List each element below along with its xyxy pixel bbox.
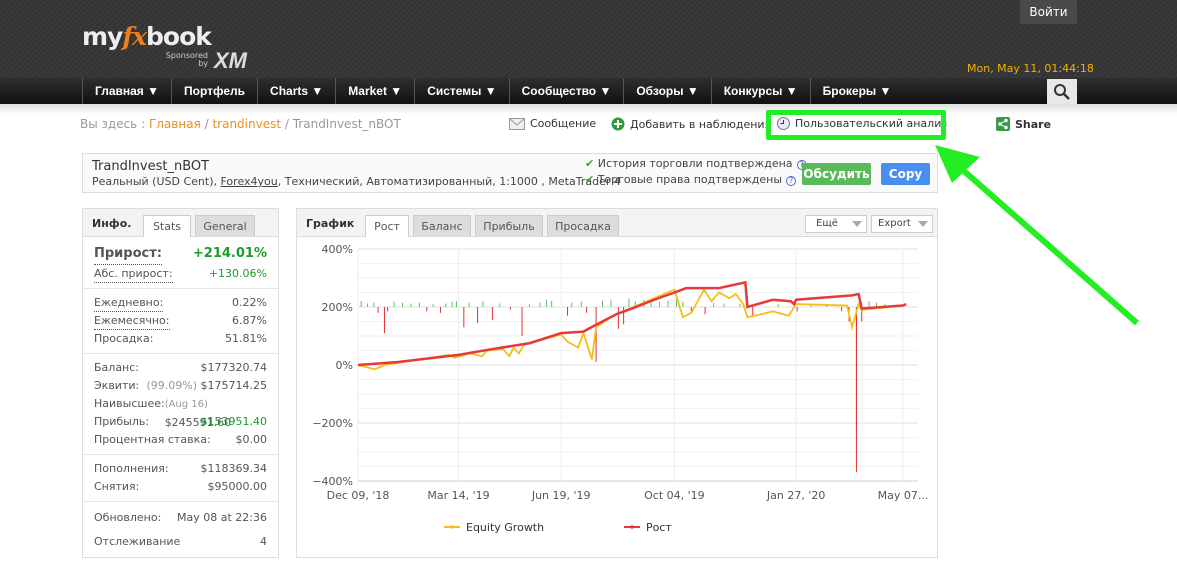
search-button[interactable] [1047, 79, 1077, 104]
add-to-watchlist-link[interactable]: Добавить в наблюдения [611, 117, 771, 131]
stat-value: 6.87% [232, 314, 267, 327]
search-icon [1054, 83, 1070, 100]
legend-marker [630, 525, 634, 529]
tab-growth[interactable]: Рост [365, 215, 409, 237]
breadcrumb: Вы здесь : Главная / trandinvest / Trand… [80, 117, 401, 131]
nav-item[interactable]: Брокеры ▼ [809, 78, 904, 104]
chart-panel: График Рост Баланс Прибыль Просадка Ещё … [296, 208, 938, 558]
nav-item[interactable]: Обзоры ▼ [623, 78, 710, 104]
stat-value: 51.81% [225, 332, 267, 345]
breadcrumb-current: TrandInvest_nBOT [292, 117, 401, 131]
info-panel: Инфо. Stats General Прирост: +214.01% Абс… [82, 208, 279, 558]
profit-value: $153951.40 [200, 415, 267, 428]
legend-label: Equity Growth [466, 521, 544, 534]
verified-history: ✔ История торговли подтверждена? [585, 157, 807, 170]
tab-profit[interactable]: Прибыль [475, 215, 543, 237]
site-header: myfxbook Sponsored by XM Войти Mon, May … [0, 0, 1177, 78]
datetime: Mon, May 11, 01:44:18 [967, 62, 1094, 75]
nav-item[interactable]: Market ▼ [335, 78, 414, 104]
system-name: TrandInvest_nBOT [92, 159, 210, 174]
x-tick-label: Oct 04, '19 [644, 489, 705, 502]
share-link[interactable]: Share [996, 117, 1051, 131]
growth-chart: 400% 200% 0% −200% −400%Dec 09, '18 Mar 14, '… [312, 243, 929, 534]
updated-value: May 08 at 22:36 [177, 511, 267, 524]
myfxbook-logo[interactable]: myfxbook [82, 22, 212, 51]
withdrawals-value: $95000.00 [207, 480, 268, 493]
system-header: TrandInvest_nBOT Реальный (USD Cent), Fo… [82, 153, 938, 193]
abs-gain-label[interactable]: Абс. прирост: [94, 265, 173, 283]
tab-general[interactable]: General [195, 215, 255, 237]
discuss-button[interactable]: Обсудить [802, 163, 871, 185]
stat-label[interactable]: Ежедневно: [94, 294, 164, 312]
x-tick-label: May 07... [878, 489, 929, 502]
stat-value: 0.22% [232, 296, 267, 309]
nav-item[interactable]: Системы ▼ [414, 78, 508, 104]
tab-drawdown[interactable]: Просадка [547, 215, 619, 237]
plus-circle-icon [611, 117, 625, 131]
message-link[interactable]: Сообщение [509, 117, 596, 130]
xm-logo[interactable]: XM [214, 48, 247, 74]
annotation-arrow [935, 145, 1139, 326]
tab-balance[interactable]: Баланс [413, 215, 471, 237]
gain-value: +214.01% [192, 246, 267, 261]
more-dropdown[interactable]: Ещё [805, 215, 867, 233]
nav-item[interactable]: Портфель [171, 78, 257, 104]
sponsor-text: Sponsored by [165, 51, 208, 68]
system-description: Реальный (USD Cent), Forex4you, Техничес… [92, 175, 621, 188]
series-line [357, 280, 907, 367]
check-icon: ✔ [585, 173, 595, 186]
x-tick-label: Jan 27, '20 [766, 489, 825, 502]
verified-rights: ✔ Торговые права подтверждены? [585, 173, 797, 186]
export-dropdown[interactable]: Export [871, 215, 933, 233]
equity-value: $175714.25 [200, 379, 267, 392]
chart-title: График [306, 217, 355, 230]
legend-marker [450, 525, 454, 529]
gain-label[interactable]: Прирост: [94, 245, 162, 265]
breadcrumb-user[interactable]: trandinvest [212, 117, 281, 131]
y-tick-label: −200% [312, 417, 353, 430]
check-icon: ✔ [585, 157, 595, 170]
highlight-box [766, 110, 946, 140]
y-tick-label: 200% [322, 301, 353, 314]
tab-stats[interactable]: Stats [143, 215, 191, 237]
help-icon[interactable]: ? [786, 176, 797, 186]
deposits-value: $118369.34 [200, 462, 267, 475]
interest-value: $0.00 [235, 433, 268, 446]
nav-item[interactable]: Главная ▼ [82, 78, 171, 104]
legend-label: Рост [646, 521, 672, 534]
stat-label: Просадка: [94, 332, 154, 345]
login-button[interactable]: Войти [1020, 0, 1077, 24]
x-tick-label: Dec 09, '18 [327, 489, 390, 502]
nav-item[interactable]: Конкурсы ▼ [710, 78, 810, 104]
x-tick-label: Mar 14, '19 [427, 489, 489, 502]
share-icon [996, 117, 1010, 131]
main-nav: Главная ▼ Портфель Charts ▼ Market ▼ Системы… [0, 78, 1177, 104]
y-tick-label: 0% [336, 359, 353, 372]
y-tick-label: 400% [322, 243, 353, 256]
nav-item[interactable]: Сообщество ▼ [508, 78, 624, 104]
y-tick-label: −400% [312, 475, 353, 488]
broker-link[interactable]: Forex4you [221, 175, 278, 188]
tracking-value: 4 [260, 535, 267, 548]
x-tick-label: Jun 19, '19 [531, 489, 591, 502]
breadcrumb-home[interactable]: Главная [149, 117, 201, 131]
balance-value: $177320.74 [200, 361, 267, 374]
abs-gain-value: +130.06% [208, 267, 267, 280]
stat-label[interactable]: Ежемесячно: [94, 312, 170, 330]
info-title: Инфо. [92, 217, 132, 230]
copy-button[interactable]: Copy [881, 163, 930, 185]
nav-item[interactable]: Charts ▼ [257, 78, 335, 104]
envelope-icon [509, 117, 525, 130]
